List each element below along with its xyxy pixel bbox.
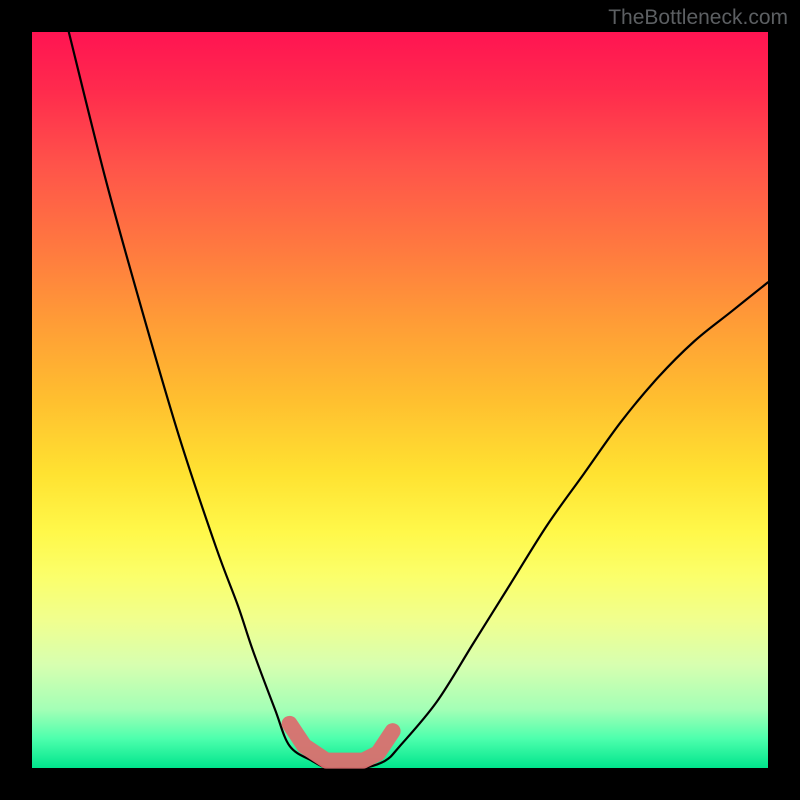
- watermark-text: TheBottleneck.com: [608, 6, 788, 30]
- bottom-segment-markers: [290, 724, 393, 761]
- plot-area: [32, 32, 768, 768]
- bottleneck-curve: [69, 32, 768, 769]
- chart-frame: TheBottleneck.com: [0, 0, 800, 800]
- curve-svg: [32, 32, 768, 768]
